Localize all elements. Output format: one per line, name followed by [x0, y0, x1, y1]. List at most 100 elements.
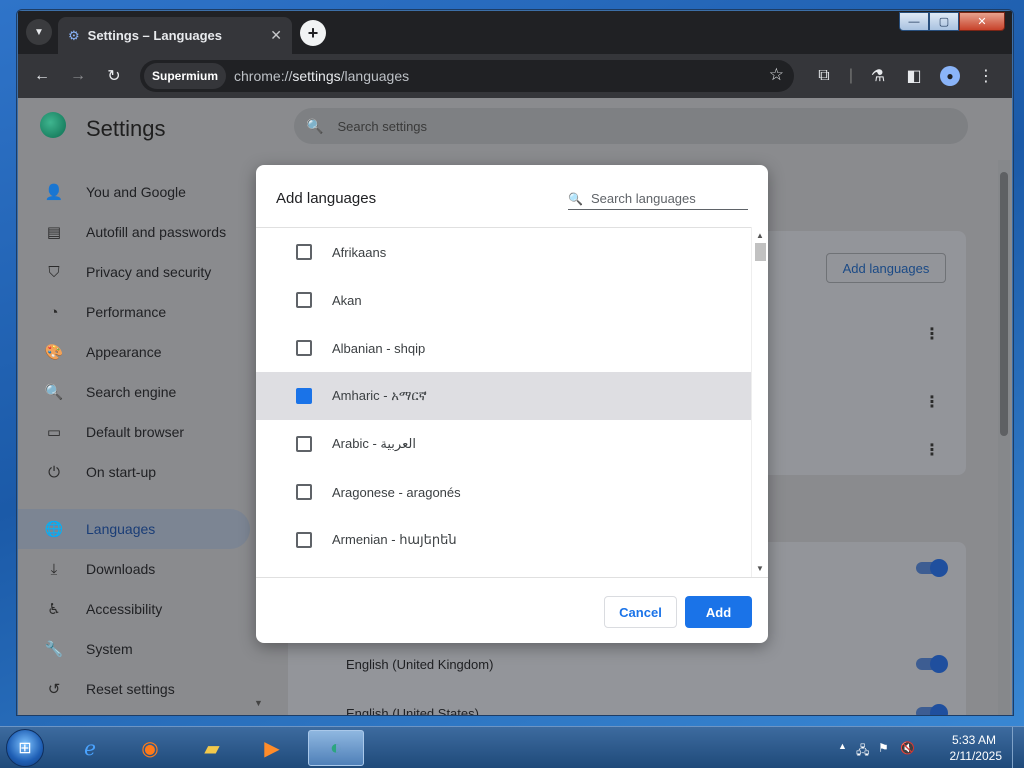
media-player-icon[interactable]: ▶ — [244, 730, 300, 766]
checkbox[interactable] — [296, 244, 312, 260]
dialog-footer: Cancel Add — [256, 577, 768, 643]
taskbar: ⊞ ℯ ◉ ▰ ▶ ◐ ▲ 🖧 ⚑ 🔇 5:33 AM 2/11/2025 — [0, 726, 1024, 768]
clock-date[interactable]: 2/11/2025 — [950, 749, 1003, 763]
profile-avatar-icon[interactable]: ● — [938, 64, 962, 88]
globe-icon: 🌐 — [44, 521, 64, 538]
tab-title: Settings – Languages — [87, 28, 223, 43]
tray-expand-icon[interactable]: ▲ — [838, 741, 847, 751]
sidebar-item-reset-settings[interactable]: ↺ Reset settings — [18, 669, 268, 709]
network-icon[interactable]: 🖧 — [856, 741, 869, 762]
sidebar-item-system[interactable]: 🔧 System — [18, 629, 268, 669]
new-tab-button[interactable]: + — [300, 20, 326, 46]
close-window-button[interactable]: ✕ — [959, 12, 1005, 31]
dialog-title: Add languages — [276, 190, 377, 207]
language-list-scrollbar[interactable]: ▲ ▼ — [751, 227, 768, 577]
address-bar[interactable]: Supermium chrome://settings/languages ☆ — [140, 60, 794, 92]
clock-time[interactable]: 5:33 AM — [952, 733, 996, 747]
sidebar-item-you-and-google[interactable]: 👤 You and Google — [18, 172, 268, 212]
scroll-up-icon[interactable]: ▲ — [756, 231, 764, 240]
language-option-afrikaans[interactable]: Afrikaans — [256, 228, 751, 276]
language-option-armenian[interactable]: Armenian - հայերեն — [256, 516, 751, 564]
language-option-albanian[interactable]: Albanian - shqip — [256, 324, 751, 372]
scrollbar-thumb[interactable] — [755, 243, 766, 261]
volume-muted-icon[interactable]: 🔇 — [900, 741, 915, 755]
sidebar-item-default-browser[interactable]: ▭ Default browser — [18, 412, 268, 452]
add-languages-button[interactable]: Add languages — [826, 253, 946, 283]
action-center-flag-icon[interactable]: ⚑ — [878, 741, 889, 755]
start-button[interactable]: ⊞ — [6, 729, 44, 767]
checkbox[interactable] — [296, 436, 312, 452]
shield-icon: ⛉ — [48, 263, 60, 281]
settings-search-input[interactable]: 🔍 Search settings — [294, 108, 968, 144]
language-name: English (United Kingdom) — [346, 657, 494, 672]
toggle-switch[interactable] — [916, 655, 948, 673]
checkbox[interactable] — [296, 532, 312, 548]
maximize-button[interactable]: ▢ — [929, 12, 959, 31]
tab-search-button[interactable]: ▼ — [26, 19, 52, 45]
supermium-taskbar-icon[interactable]: ◐ — [308, 730, 364, 766]
settings-header: Settings 🔍 Search settings — [18, 98, 1012, 152]
sidebar-divider — [18, 492, 268, 509]
bookmark-star-icon[interactable]: ☆ — [769, 65, 784, 85]
sidebar-item-appearance[interactable]: 🎨 Appearance — [18, 332, 268, 372]
firefox-icon[interactable]: ◉ — [122, 730, 178, 766]
settings-search-placeholder: Search settings — [337, 118, 428, 134]
toggle-switch[interactable] — [916, 559, 948, 577]
sidebar-item-autofill[interactable]: ▤ Autofill and passwords — [18, 212, 268, 252]
sidebar-item-downloads[interactable]: ⤓ Downloads — [18, 549, 268, 589]
sidebar-item-on-startup[interactable]: ⏻ On start-up — [18, 452, 268, 492]
language-name: English (United States) — [346, 706, 479, 715]
scrollbar-thumb[interactable] — [1000, 172, 1008, 436]
file-explorer-icon[interactable]: ▰ — [184, 730, 240, 766]
checkbox[interactable] — [296, 292, 312, 308]
cancel-button[interactable]: Cancel — [604, 596, 677, 628]
language-more-icon[interactable]: ⋮ — [924, 440, 940, 460]
language-more-icon[interactable]: ⋮ — [924, 392, 940, 412]
language-option-akan[interactable]: Akan — [256, 276, 751, 324]
reset-icon: ↺ — [47, 681, 61, 698]
browser-logo — [40, 112, 66, 138]
checkbox[interactable] — [296, 484, 312, 500]
toolbar-divider: | — [848, 67, 854, 84]
language-option-amharic[interactable]: Amharic - አማርኛ — [256, 372, 751, 420]
language-more-icon[interactable]: ⋮ — [924, 324, 940, 344]
clipboard-icon: ▤ — [46, 224, 62, 241]
labs-flask-icon[interactable]: ⚗ — [866, 64, 890, 88]
scroll-down-icon[interactable]: ▼ — [756, 564, 764, 573]
add-button[interactable]: Add — [685, 596, 752, 628]
close-tab-icon[interactable]: ✕ — [270, 27, 282, 44]
language-option-aragonese[interactable]: Aragonese - aragonés — [256, 468, 751, 516]
system-tray: ▲ 🖧 ⚑ 🔇 5:33 AM 2/11/2025 — [834, 727, 1024, 768]
toggle-switch[interactable] — [916, 704, 948, 715]
minimize-button[interactable]: — — [899, 12, 929, 31]
extensions-icon[interactable]: ⧉ — [812, 64, 836, 88]
internet-explorer-icon[interactable]: ℯ — [62, 730, 118, 766]
sidebar-item-languages[interactable]: 🌐 Languages — [18, 509, 250, 549]
sidebar-item-performance[interactable]: ◔ Performance — [18, 292, 268, 332]
settings-sidebar: 👤 You and Google ▤ Autofill and passwords … — [18, 172, 268, 709]
sidebar-scroll-down-icon[interactable]: ▼ — [254, 698, 263, 708]
sidebar-item-accessibility[interactable]: ♿ Accessibility — [18, 589, 268, 629]
language-option-arabic[interactable]: Arabic - العربية — [256, 420, 751, 468]
browser-window-icon: ▭ — [46, 424, 62, 441]
reload-button[interactable]: ↻ — [102, 64, 126, 88]
show-desktop-button[interactable] — [1012, 727, 1024, 768]
menu-kebab-icon[interactable]: ⋮ — [974, 64, 998, 88]
side-panel-icon[interactable]: ◧ — [902, 64, 926, 88]
checkbox[interactable] — [296, 340, 312, 356]
forward-button[interactable]: → — [66, 64, 90, 88]
search-languages-input[interactable]: 🔍 Search languages — [568, 188, 748, 210]
browser-toolbar: ← → ↻ Supermium chrome://settings/langua… — [18, 54, 1012, 98]
tab-settings-languages[interactable]: ⚙ Settings – Languages ✕ — [58, 17, 292, 54]
back-button[interactable]: ← — [30, 64, 54, 88]
language-list: Afrikaans Akan Albanian - shqip Amharic … — [256, 227, 751, 577]
gear-icon: ⚙ — [68, 27, 80, 43]
page-scrollbar[interactable] — [998, 160, 1010, 715]
sidebar-item-privacy[interactable]: ⛉ Privacy and security — [18, 252, 268, 292]
search-icon: 🔍 — [44, 384, 64, 401]
chevron-down-icon: ▼ — [34, 26, 44, 38]
url-text: chrome://settings/languages — [234, 68, 410, 84]
checkbox-checked[interactable] — [296, 388, 312, 404]
sidebar-item-search-engine[interactable]: 🔍 Search engine — [18, 372, 268, 412]
browser-chip[interactable]: Supermium — [144, 63, 227, 89]
